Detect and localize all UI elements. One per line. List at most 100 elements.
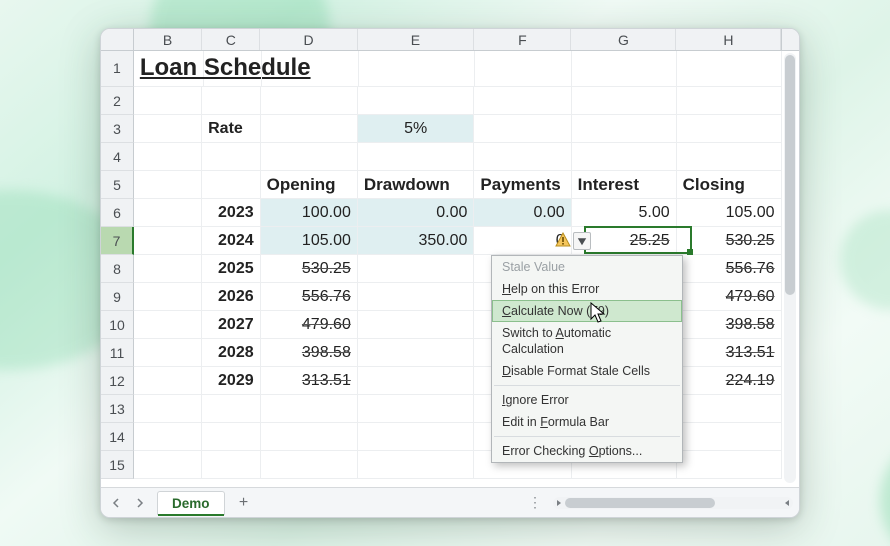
menu-item[interactable]: Ignore Error — [492, 389, 682, 411]
cell-B11[interactable] — [134, 339, 202, 367]
cell-D2[interactable] — [261, 87, 358, 115]
vertical-scrollbar[interactable] — [784, 53, 796, 483]
cell-G3[interactable] — [572, 115, 677, 143]
cell-H8[interactable]: 556.76 — [677, 255, 782, 283]
cell-D6[interactable]: 100.00 — [261, 199, 358, 227]
cell-B8[interactable] — [134, 255, 202, 283]
cell-B14[interactable] — [134, 423, 202, 451]
cell-B3[interactable] — [134, 115, 202, 143]
column-header-row[interactable]: BCDEFGH — [101, 29, 799, 51]
cell-D10[interactable]: 479.60 — [261, 311, 358, 339]
cell-F2[interactable] — [474, 87, 571, 115]
row-header-15[interactable]: 15 — [101, 451, 134, 479]
hscroll-left-icon[interactable] — [554, 498, 564, 508]
cell-E2[interactable] — [358, 87, 475, 115]
row-header-9[interactable]: 9 — [101, 283, 134, 311]
menu-item[interactable]: Error Checking Options... — [492, 440, 682, 462]
cell-B5[interactable] — [134, 171, 202, 199]
vertical-scroll-thumb[interactable] — [785, 55, 795, 295]
cell-D15[interactable] — [261, 451, 358, 479]
column-header-B[interactable]: B — [134, 29, 202, 50]
cell-D4[interactable] — [261, 143, 358, 171]
column-header-C[interactable]: C — [202, 29, 260, 50]
hscroll-right-icon[interactable] — [782, 498, 792, 508]
cell-C10[interactable]: 2027 — [202, 311, 261, 339]
cell-D3[interactable] — [261, 115, 358, 143]
cell-H10[interactable]: 398.58 — [677, 311, 782, 339]
sheet-tab-demo[interactable]: Demo — [157, 491, 225, 515]
cell-C7[interactable]: 2024 — [202, 227, 261, 255]
cell-B2[interactable] — [134, 87, 202, 115]
add-sheet-button[interactable]: + — [233, 494, 255, 512]
cell-G5[interactable]: Interest — [572, 171, 677, 199]
cell-E8[interactable] — [358, 255, 475, 283]
column-header-F[interactable]: F — [474, 29, 571, 50]
row-header-4[interactable]: 4 — [101, 143, 134, 171]
cell-B15[interactable] — [134, 451, 202, 479]
row-header-12[interactable]: 12 — [101, 367, 134, 395]
cell-H3[interactable] — [677, 115, 782, 143]
menu-item[interactable]: Switch to Automatic Calculation — [492, 322, 682, 360]
cell-E11[interactable] — [358, 339, 475, 367]
cell-H2[interactable] — [677, 87, 782, 115]
cell-C3[interactable]: Rate — [202, 115, 261, 143]
cell-B13[interactable] — [134, 395, 202, 423]
cell-H12[interactable]: 224.19 — [677, 367, 782, 395]
cell-F3[interactable] — [474, 115, 571, 143]
select-all-corner[interactable] — [101, 29, 134, 50]
menu-item[interactable]: Calculate Now (F9) — [492, 300, 682, 322]
cell-E15[interactable] — [358, 451, 475, 479]
cell-C5[interactable] — [202, 171, 261, 199]
cell-B12[interactable] — [134, 367, 202, 395]
cell-E13[interactable] — [358, 395, 475, 423]
cell-B7[interactable] — [134, 227, 202, 255]
cell-H15[interactable] — [677, 451, 782, 479]
cell-G2[interactable] — [572, 87, 677, 115]
row-header-13[interactable]: 13 — [101, 395, 134, 423]
cell-D8[interactable]: 530.25 — [261, 255, 358, 283]
cell-C15[interactable] — [202, 451, 261, 479]
cell-H7[interactable]: 530.25 — [677, 227, 782, 255]
sheet-options-icon[interactable]: ⋮ — [528, 494, 545, 511]
cell-F4[interactable] — [474, 143, 571, 171]
horizontal-scrollbar[interactable] — [553, 497, 793, 509]
cell-G4[interactable] — [572, 143, 677, 171]
horizontal-scroll-thumb[interactable] — [565, 498, 715, 508]
row-header-7[interactable]: 7 — [101, 227, 134, 255]
cell-B9[interactable] — [134, 283, 202, 311]
cell-H14[interactable] — [677, 423, 782, 451]
cell-C11[interactable]: 2028 — [202, 339, 261, 367]
cell-B1[interactable]: Loan Schedule — [134, 51, 204, 87]
row-header-11[interactable]: 11 — [101, 339, 134, 367]
cell-D13[interactable] — [261, 395, 358, 423]
cell-E3[interactable]: 5% — [358, 115, 475, 143]
row-header-10[interactable]: 10 — [101, 311, 134, 339]
cell-F6[interactable]: 0.00 — [474, 199, 571, 227]
cell-D5[interactable]: Opening — [261, 171, 358, 199]
cell-D12[interactable]: 313.51 — [261, 367, 358, 395]
cell-C9[interactable]: 2026 — [202, 283, 261, 311]
cell-D14[interactable] — [261, 423, 358, 451]
cell-E9[interactable] — [358, 283, 475, 311]
cell-C12[interactable]: 2029 — [202, 367, 261, 395]
cell-E5[interactable]: Drawdown — [358, 171, 475, 199]
cell-H9[interactable]: 479.60 — [677, 283, 782, 311]
cell-C14[interactable] — [202, 423, 261, 451]
cell-C6[interactable]: 2023 — [202, 199, 261, 227]
row-header-2[interactable]: 2 — [101, 87, 134, 115]
cell-H6[interactable]: 105.00 — [677, 199, 782, 227]
cell-C1[interactable] — [204, 51, 262, 87]
column-header-G[interactable]: G — [571, 29, 676, 50]
cell-H4[interactable] — [677, 143, 782, 171]
cell-H13[interactable] — [677, 395, 782, 423]
row-header-1[interactable]: 1 — [101, 51, 134, 87]
tab-next-icon[interactable] — [129, 493, 149, 513]
cell-H5[interactable]: Closing — [677, 171, 782, 199]
column-header-E[interactable]: E — [358, 29, 475, 50]
cell-E4[interactable] — [358, 143, 475, 171]
cell-E10[interactable] — [358, 311, 475, 339]
cell-C2[interactable] — [202, 87, 261, 115]
row-header-3[interactable]: 3 — [101, 115, 134, 143]
tab-prev-icon[interactable] — [107, 493, 127, 513]
cell-B6[interactable] — [134, 199, 202, 227]
